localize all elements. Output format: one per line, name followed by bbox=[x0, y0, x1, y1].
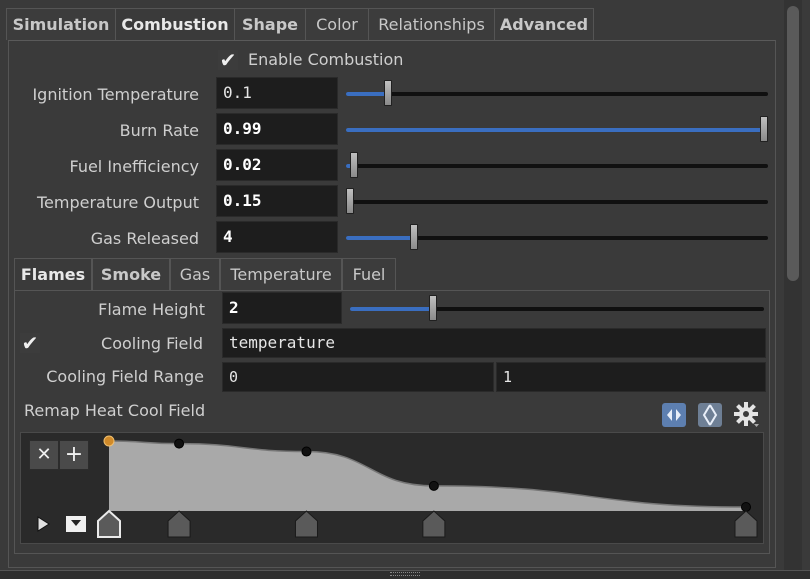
fuel-inefficiency-slider[interactable] bbox=[346, 152, 768, 178]
slider-handle[interactable] bbox=[384, 80, 393, 106]
ignition-temperature-label: Ignition Temperature bbox=[32, 85, 199, 104]
burn-rate-slider[interactable] bbox=[346, 116, 768, 142]
cooling-field-checkbox[interactable]: ✔ bbox=[20, 333, 40, 353]
cooling-range-min-field[interactable]: 0 bbox=[222, 362, 494, 392]
burn-rate-field[interactable]: 0.99 bbox=[216, 113, 338, 145]
ramp-key-marker[interactable] bbox=[294, 510, 318, 538]
cooling-field-label: Cooling Field bbox=[101, 334, 203, 353]
slider-handle[interactable] bbox=[759, 116, 768, 142]
ramp-point[interactable] bbox=[103, 435, 115, 447]
gear-icon[interactable] bbox=[732, 400, 760, 428]
scrollbar-thumb[interactable] bbox=[787, 6, 799, 281]
cooling-field-input[interactable]: temperature bbox=[222, 328, 766, 358]
tab-color[interactable]: Color bbox=[305, 8, 369, 40]
resize-grip[interactable] bbox=[390, 572, 420, 576]
subtab-flames[interactable]: Flames bbox=[14, 258, 92, 290]
gas-released-slider[interactable] bbox=[346, 224, 768, 250]
tab-combustion[interactable]: Combustion bbox=[115, 8, 235, 40]
ramp-point[interactable] bbox=[741, 502, 751, 512]
enable-combustion-label: Enable Combustion bbox=[248, 50, 404, 69]
ramp-point[interactable] bbox=[174, 438, 185, 449]
enable-combustion-checkbox[interactable]: ✔ bbox=[218, 50, 238, 70]
tab-advanced[interactable]: Advanced bbox=[494, 8, 594, 40]
tab-simulation[interactable]: Simulation bbox=[6, 8, 116, 40]
temperature-output-label: Temperature Output bbox=[36, 193, 199, 212]
fuel-inefficiency-field[interactable]: 0.02 bbox=[216, 149, 338, 181]
ramp-editor[interactable]: ✕ + bbox=[20, 432, 764, 544]
ramp-key-marker[interactable] bbox=[734, 510, 758, 538]
subtab-fuel[interactable]: Fuel bbox=[342, 258, 396, 290]
subtab-gas[interactable]: Gas bbox=[170, 258, 220, 290]
flame-height-field[interactable]: 2 bbox=[222, 292, 342, 324]
cooling-range-max-field[interactable]: 1 bbox=[496, 362, 766, 392]
flame-height-slider[interactable] bbox=[350, 295, 764, 321]
cooling-field-range-label: Cooling Field Range bbox=[46, 367, 204, 386]
slider-fill bbox=[346, 92, 389, 96]
remap-heat-cool-field-label: Remap Heat Cool Field bbox=[24, 401, 206, 420]
slider-handle[interactable] bbox=[346, 188, 355, 214]
slider-fill bbox=[346, 128, 764, 132]
gas-released-label: Gas Released bbox=[90, 229, 199, 248]
ramp-key-marker[interactable] bbox=[167, 510, 191, 538]
subtab-temperature[interactable]: Temperature bbox=[220, 258, 342, 290]
slider-fill bbox=[350, 307, 433, 311]
fuel-inefficiency-label: Fuel Inefficiency bbox=[69, 157, 199, 176]
ramp-key-marker[interactable] bbox=[422, 510, 446, 538]
ramp-interpolation-icon[interactable] bbox=[660, 401, 688, 429]
ignition-temperature-field[interactable]: 0.1 bbox=[216, 77, 338, 109]
ramp-key-marker[interactable] bbox=[97, 509, 121, 538]
ramp-point[interactable] bbox=[428, 480, 439, 491]
ramp-curve[interactable] bbox=[21, 433, 765, 545]
slider-handle[interactable] bbox=[350, 152, 359, 178]
temperature-output-field[interactable]: 0.15 bbox=[216, 185, 338, 217]
ramp-flip-icon[interactable] bbox=[696, 401, 724, 429]
subtab-smoke[interactable]: Smoke bbox=[92, 258, 170, 290]
panel-scrollbar[interactable] bbox=[784, 0, 802, 570]
tab-relationships[interactable]: Relationships bbox=[368, 8, 495, 40]
slider-handle[interactable] bbox=[428, 295, 437, 321]
tab-shape[interactable]: Shape bbox=[234, 8, 306, 40]
ignition-temperature-slider[interactable] bbox=[346, 80, 768, 106]
slider-handle[interactable] bbox=[409, 224, 418, 250]
burn-rate-label: Burn Rate bbox=[119, 121, 199, 140]
gas-released-field[interactable]: 4 bbox=[216, 221, 338, 253]
slider-fill bbox=[346, 236, 414, 240]
ramp-point[interactable] bbox=[301, 446, 312, 457]
temperature-output-slider[interactable] bbox=[346, 188, 768, 214]
flame-height-label: Flame Height bbox=[98, 300, 205, 319]
